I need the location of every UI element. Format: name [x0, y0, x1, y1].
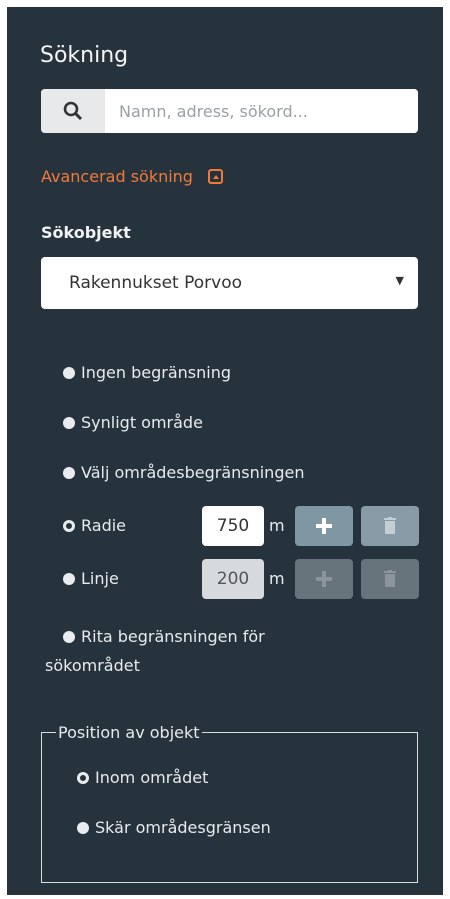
line-add-button[interactable]	[295, 559, 353, 599]
search-input[interactable]	[105, 89, 418, 133]
radio-draw-area[interactable]: Rita begränsningen för	[63, 627, 265, 646]
search-object-select[interactable]: Rakennukset Porvoo ▼	[41, 257, 418, 309]
search-icon	[63, 101, 83, 121]
radio-dot	[63, 367, 75, 379]
radio-label: Rita begränsningen för	[81, 627, 265, 646]
plus-icon	[316, 518, 332, 534]
trash-icon	[384, 570, 396, 587]
trash-icon	[384, 517, 396, 534]
radio-choose-area[interactable]: Välj områdesbegränsningen	[63, 463, 304, 482]
radio-dot	[77, 822, 89, 834]
radio-dot-selected	[77, 772, 89, 784]
radio-radius[interactable]: Radie	[63, 516, 126, 535]
line-input[interactable]: 200	[202, 559, 264, 599]
radio-visible-area[interactable]: Synligt område	[63, 413, 203, 432]
advanced-search-label: Avancerad sökning	[41, 167, 193, 186]
radius-add-button[interactable]	[295, 506, 353, 546]
radio-no-limit[interactable]: Ingen begränsning	[63, 363, 231, 382]
radio-label: Skär områdesgränsen	[95, 818, 271, 837]
radio-line[interactable]: Linje	[63, 569, 119, 588]
radio-label: Välj områdesbegränsningen	[81, 463, 305, 482]
radio-dot	[63, 631, 75, 643]
radio-dot	[63, 467, 75, 479]
plus-icon	[316, 571, 332, 587]
radius-input[interactable]: 750	[202, 506, 264, 546]
radio-label: Ingen begränsning	[81, 363, 231, 382]
radio-label: Synligt område	[81, 413, 203, 432]
radio-draw-area-label-cont: sökområdet	[45, 656, 140, 675]
radio-intersects-boundary[interactable]: Skär områdesgränsen	[77, 818, 271, 837]
radio-label: Radie	[81, 516, 127, 535]
position-legend: Position av objekt	[58, 723, 200, 742]
radio-dot-selected	[63, 520, 75, 532]
radio-dot	[63, 417, 75, 429]
search-box	[41, 89, 418, 133]
search-button[interactable]	[41, 89, 105, 133]
panel-title: Sökning	[40, 43, 129, 68]
collapse-icon	[208, 169, 224, 184]
position-fieldset: Position av objekt	[41, 723, 418, 883]
search-object-label: Sökobjekt	[41, 223, 131, 242]
radio-dot	[63, 573, 75, 585]
selected-search-object: Rakennukset Porvoo	[69, 273, 243, 293]
line-delete-button[interactable]	[361, 559, 419, 599]
radio-label: Linje	[81, 569, 119, 588]
line-unit: m	[269, 569, 285, 588]
radius-unit: m	[269, 516, 285, 535]
advanced-search-toggle[interactable]: Avancerad sökning	[41, 167, 224, 186]
dropdown-arrow-icon: ▼	[395, 274, 404, 287]
radio-label: Inom området	[95, 768, 209, 787]
radio-inside-area[interactable]: Inom området	[77, 768, 208, 787]
search-panel: Sökning Avancerad sökning Sökobjekt Rake…	[7, 7, 443, 895]
radius-delete-button[interactable]	[361, 506, 419, 546]
